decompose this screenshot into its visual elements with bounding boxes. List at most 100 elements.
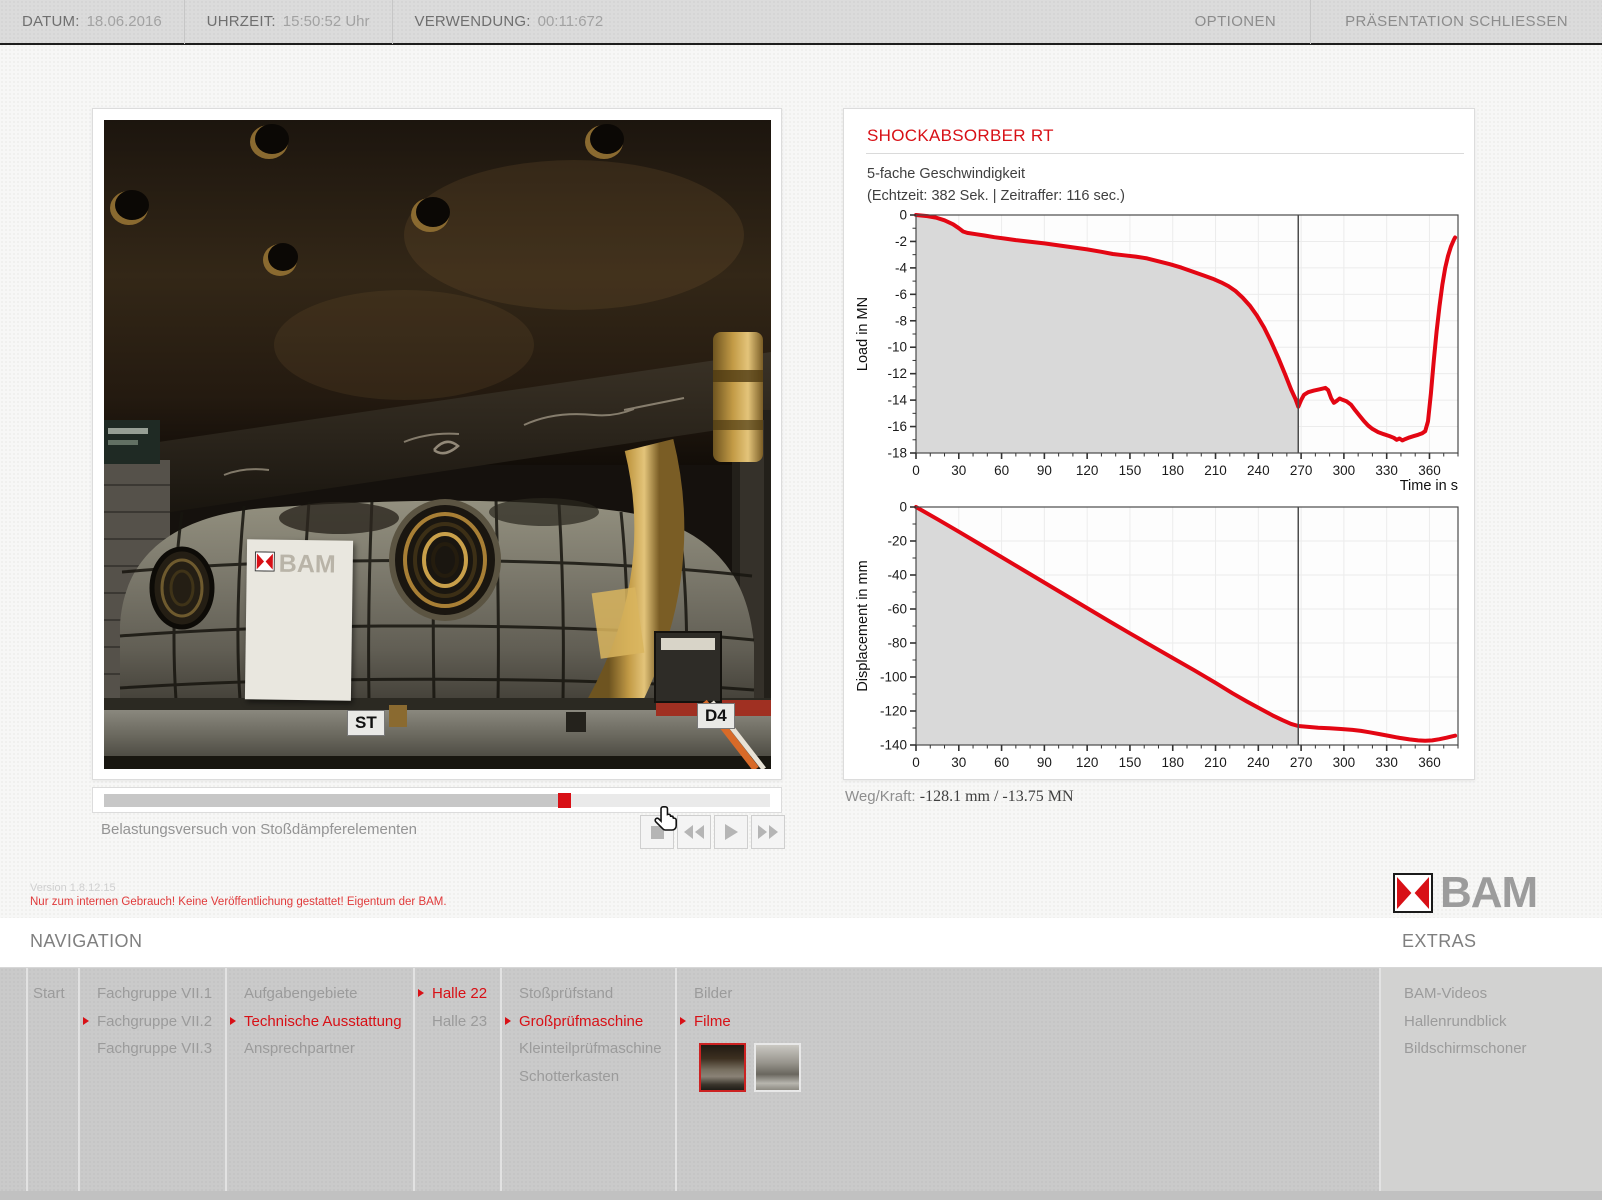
svg-text:Displacement in mm: Displacement in mm xyxy=(855,560,871,691)
nav-item-label: Halle 23 xyxy=(432,1013,487,1030)
film-thumbnail-1-selected[interactable] xyxy=(699,1043,746,1092)
specimen-label-d4: D4 xyxy=(697,703,735,729)
version-text: Version 1.8.12.15 xyxy=(30,882,116,894)
scrubber-handle[interactable] xyxy=(558,793,571,808)
nav-item[interactable]: Aufgabengebiete xyxy=(227,980,413,1008)
svg-text:90: 90 xyxy=(1037,463,1052,478)
selection-arrow-icon xyxy=(83,1017,89,1025)
svg-text:330: 330 xyxy=(1375,755,1398,770)
usage-value: 00:11:672 xyxy=(538,13,604,30)
nav-item[interactable]: Stoßprüfstand xyxy=(502,980,675,1008)
extras-item[interactable]: Bildschirmschoner xyxy=(1381,1035,1602,1063)
nav-item[interactable]: Fachgruppe VII.2 xyxy=(80,1008,225,1036)
nav-item-label: Aufgabengebiete xyxy=(244,985,357,1002)
svg-text:-80: -80 xyxy=(887,636,907,651)
play-icon xyxy=(723,823,739,841)
svg-text:240: 240 xyxy=(1247,755,1270,770)
svg-text:30: 30 xyxy=(951,463,966,478)
top-bar: DATUM: 18.06.2016 UHRZEIT: 15:50:52 Uhr … xyxy=(0,0,1602,45)
nav-item-label: Start xyxy=(33,985,65,1002)
play-button[interactable] xyxy=(714,815,748,849)
nav-item-label: Bilder xyxy=(694,985,732,1002)
nav-item[interactable]: Halle 22 xyxy=(415,980,500,1008)
svg-text:150: 150 xyxy=(1119,755,1142,770)
nav-header-band: NAVIGATION EXTRAS xyxy=(0,918,1602,968)
extras-item[interactable]: BAM-Videos xyxy=(1381,980,1602,1008)
svg-text:90: 90 xyxy=(1037,755,1052,770)
wegkraft-value: -128.1 mm / -13.75 MN xyxy=(920,788,1074,805)
sign-bam-text: BAM xyxy=(279,550,336,580)
nav-item-label: Halle 22 xyxy=(432,985,487,1002)
svg-text:-2: -2 xyxy=(895,234,907,249)
speed-subtitle: 5-fache Geschwindigkeit xyxy=(867,166,1025,182)
film-thumbnail-2[interactable] xyxy=(754,1043,801,1092)
specimen-label-st: ST xyxy=(347,710,385,736)
load-chart: 03060901201501802102402703003303600-2-4-… xyxy=(852,207,1468,497)
svg-text:-8: -8 xyxy=(895,313,907,328)
bam-logo-icon xyxy=(1393,873,1433,913)
video-caption: Belastungsversuch von Stoßdämpferelement… xyxy=(101,821,417,838)
nav-column-5: Bilder Filme xyxy=(675,968,1379,1200)
nav-band: Start Fachgruppe VII.1Fachgruppe VII.2Fac… xyxy=(0,968,1602,1200)
bam-logo-icon-small xyxy=(255,551,275,576)
nav-item[interactable]: Ansprechpartner xyxy=(227,1035,413,1063)
bam-wordmark: BAM xyxy=(1440,871,1537,915)
svg-text:360: 360 xyxy=(1418,755,1441,770)
nav-item[interactable]: Schotterkasten xyxy=(502,1063,675,1091)
nav-item[interactable]: Großprüfmaschine xyxy=(502,1008,675,1036)
bottom-strip xyxy=(0,1191,1602,1200)
bam-logo: BAM xyxy=(1393,871,1537,915)
svg-text:0: 0 xyxy=(899,500,907,515)
svg-text:-140: -140 xyxy=(880,738,907,753)
nav-item[interactable]: Halle 23 xyxy=(415,1008,500,1036)
presentation-screen: DATUM: 18.06.2016 UHRZEIT: 15:50:52 Uhr … xyxy=(0,0,1602,1200)
svg-text:-100: -100 xyxy=(880,670,907,685)
nav-item[interactable]: Kleinteilprüfmaschine xyxy=(502,1035,675,1063)
video-scene-illustration xyxy=(104,120,771,769)
nav-item-label: Kleinteilprüfmaschine xyxy=(519,1040,662,1057)
extras-item-label: BAM-Videos xyxy=(1404,985,1487,1002)
date-field: DATUM: 18.06.2016 xyxy=(0,0,185,44)
svg-text:Time in s: Time in s xyxy=(1400,478,1458,494)
bam-sign: BAM xyxy=(245,539,353,700)
options-button[interactable]: OPTIONEN xyxy=(1161,0,1312,44)
svg-text:0: 0 xyxy=(912,755,920,770)
selection-arrow-icon xyxy=(505,1017,511,1025)
fast-forward-icon xyxy=(757,824,779,840)
svg-text:60: 60 xyxy=(994,463,1009,478)
svg-text:120: 120 xyxy=(1076,463,1099,478)
nav-item[interactable]: Start xyxy=(28,980,78,1008)
extras-item[interactable]: Hallenrundblick xyxy=(1381,1008,1602,1036)
nav-item-label: Schotterkasten xyxy=(519,1068,619,1085)
svg-text:-60: -60 xyxy=(887,602,907,617)
video-progress-panel xyxy=(92,787,782,813)
wegkraft-label: Weg/Kraft: xyxy=(845,788,916,805)
svg-text:240: 240 xyxy=(1247,463,1270,478)
svg-text:330: 330 xyxy=(1375,463,1398,478)
rewind-button[interactable] xyxy=(677,815,711,849)
svg-text:270: 270 xyxy=(1290,755,1313,770)
nav-column-0: Start xyxy=(26,968,78,1200)
close-presentation-button[interactable]: PRÄSENTATION SCHLIESSEN xyxy=(1311,0,1602,44)
fast-forward-button[interactable] xyxy=(751,815,785,849)
svg-text:-10: -10 xyxy=(887,340,907,355)
svg-text:300: 300 xyxy=(1333,463,1356,478)
nav-item[interactable]: Fachgruppe VII.3 xyxy=(80,1035,225,1063)
usage-label: VERWENDUNG: xyxy=(415,13,531,30)
nav-item[interactable]: Fachgruppe VII.1 xyxy=(80,980,225,1008)
extras-item-label: Bildschirmschoner xyxy=(1404,1040,1527,1057)
selection-arrow-icon xyxy=(418,989,424,997)
chart-card: SHOCKABSORBER RT 5-fache Geschwindigkeit… xyxy=(843,108,1475,780)
nav-item[interactable]: Bilder xyxy=(677,980,1379,1008)
date-value: 18.06.2016 xyxy=(87,13,162,30)
date-label: DATUM: xyxy=(22,13,80,30)
svg-text:210: 210 xyxy=(1204,755,1227,770)
film-thumbnails xyxy=(699,1043,1379,1092)
panel-divider xyxy=(866,153,1464,154)
nav-item[interactable]: Technische Ausstattung xyxy=(227,1008,413,1036)
svg-text:-14: -14 xyxy=(887,393,907,408)
selection-arrow-icon xyxy=(230,1017,236,1025)
nav-item[interactable]: Filme xyxy=(677,1008,1379,1036)
disclaimer-text: Nur zum internen Gebrauch! Keine Veröffe… xyxy=(30,896,447,908)
nav-column-1: Fachgruppe VII.1Fachgruppe VII.2Fachgrup… xyxy=(78,968,225,1200)
